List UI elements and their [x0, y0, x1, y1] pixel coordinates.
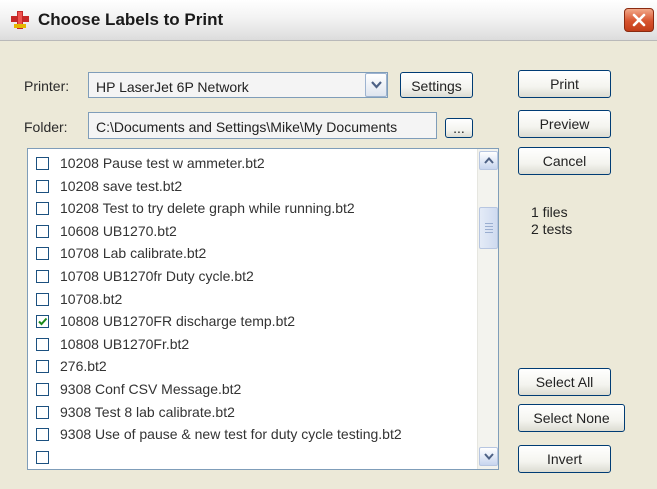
file-checkbox[interactable] [36, 292, 49, 306]
choose-labels-dialog: Choose Labels to Print Printer: HP Laser… [0, 0, 657, 489]
file-name: 10208 Pause test w ammeter.bt2 [60, 155, 265, 171]
printer-label: Printer: [24, 78, 70, 94]
select-all-button[interactable]: Select All [518, 368, 611, 396]
check-icon [38, 318, 48, 326]
file-checkbox[interactable] [36, 405, 49, 419]
labels-app-icon [11, 11, 29, 29]
file-name: 10808 UB1270FR discharge temp.bt2 [60, 313, 296, 330]
cancel-button[interactable]: Cancel [518, 147, 611, 175]
file-checkbox[interactable] [36, 157, 49, 170]
title-bar[interactable]: Choose Labels to Print [0, 0, 657, 41]
folder-path: C:\Documents and Settings\Mike\My Docume… [96, 119, 398, 135]
browse-folder-button[interactable]: ... [445, 118, 473, 138]
printer-select[interactable]: HP LaserJet 6P Network [88, 72, 388, 98]
folder-field[interactable]: C:\Documents and Settings\Mike\My Docume… [88, 112, 437, 139]
file-name: 9308 Use of pause & new test for duty cy… [60, 426, 402, 443]
chevron-down-icon [484, 453, 494, 460]
printer-dropdown-button[interactable] [365, 73, 387, 97]
file-name: 9308 Conf CSV Message.bt2 [60, 381, 242, 397]
invert-button[interactable]: Invert [518, 445, 611, 473]
file-name: 10208 save test.bt2 [60, 177, 183, 194]
print-button[interactable]: Print [518, 70, 611, 98]
file-name: 10208 Test to try delete graph while run… [60, 200, 355, 217]
file-list-scrollbar[interactable] [477, 149, 498, 469]
printer-select-value: HP LaserJet 6P Network [96, 79, 249, 95]
file-checkbox[interactable] [36, 337, 49, 351]
file-checkbox[interactable] [36, 202, 49, 216]
settings-button[interactable]: Settings [400, 72, 473, 98]
file-checkbox[interactable] [36, 360, 49, 374]
file-checkbox[interactable] [36, 224, 49, 238]
scroll-thumb[interactable] [479, 207, 498, 249]
file-name: 276.bt2 [60, 358, 107, 375]
file-checkbox[interactable] [36, 315, 49, 329]
file-count: 1 files [531, 204, 568, 220]
file-name: 10808 UB1270Fr.bt2 [60, 335, 190, 352]
close-icon [632, 13, 646, 27]
chevron-down-icon [371, 81, 382, 89]
file-name: 10608 UB1270.bt2 [60, 222, 177, 239]
file-checkbox[interactable] [36, 428, 49, 442]
scroll-down-button[interactable] [479, 447, 498, 466]
file-name: 10708.bt2 [60, 290, 123, 307]
file-checkbox[interactable] [36, 270, 49, 283]
chevron-up-icon [484, 157, 494, 164]
file-name: 10708 Lab calibrate.bt2 [60, 245, 207, 262]
file-checkbox[interactable] [36, 247, 49, 261]
file-name: 10708 UB1270fr Duty cycle.bt2 [60, 268, 254, 284]
close-button[interactable] [624, 8, 654, 32]
file-checkbox[interactable] [36, 383, 49, 396]
select-none-button[interactable]: Select None [518, 404, 625, 432]
window-title: Choose Labels to Print [38, 10, 224, 29]
folder-label: Folder: [24, 119, 68, 135]
preview-button[interactable]: Preview [518, 110, 611, 138]
file-checkbox[interactable] [36, 450, 49, 464]
file-name: 9308 Test 8 lab calibrate.bt2 [60, 403, 235, 420]
file-checkbox[interactable] [36, 179, 49, 193]
test-count: 2 tests [531, 221, 573, 237]
scroll-up-button[interactable] [479, 151, 498, 170]
file-list[interactable]: 10208 Pause test w ammeter.bt2 10208 save… [27, 148, 499, 470]
